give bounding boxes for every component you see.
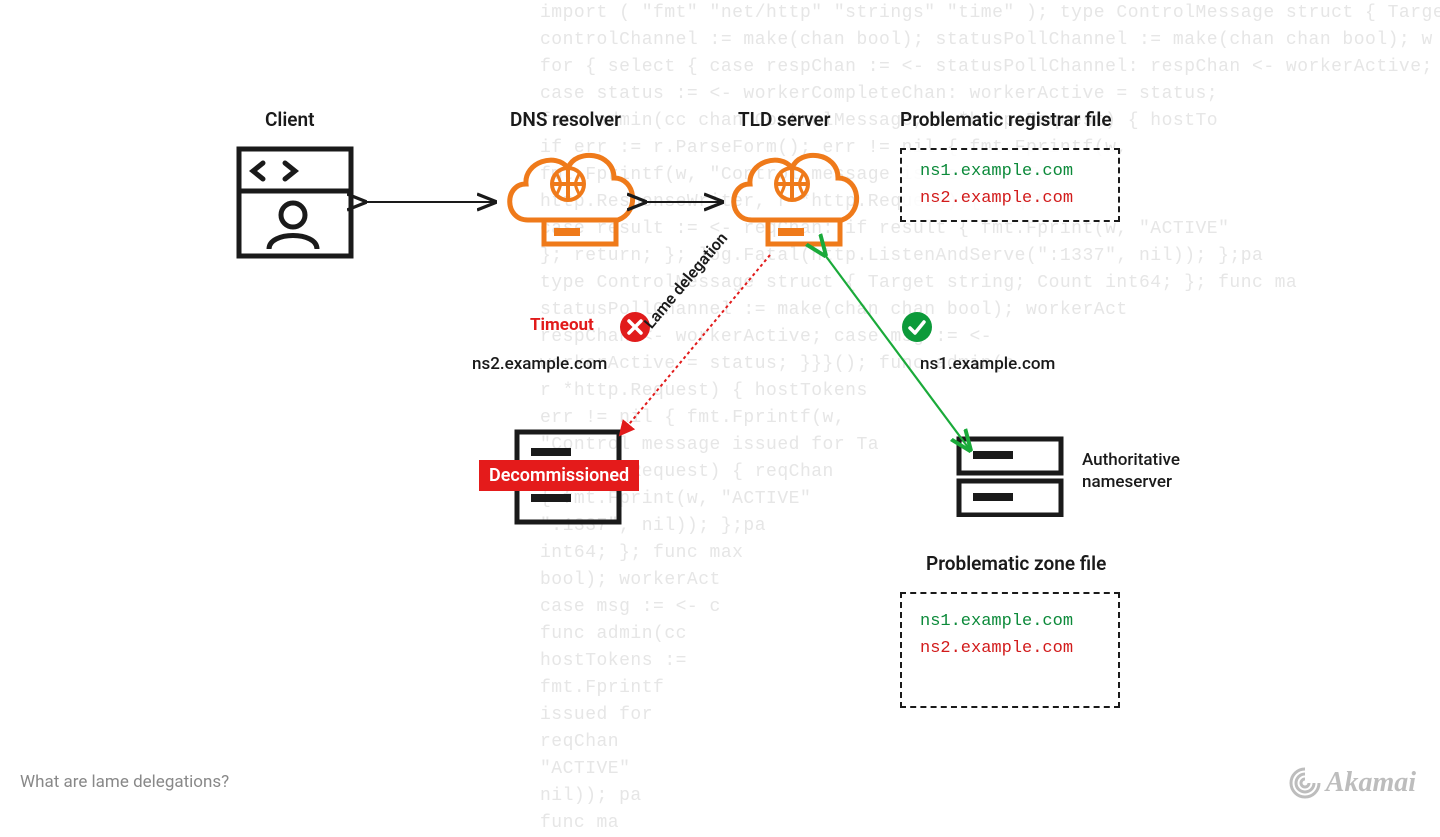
connectors-svg [0, 0, 1440, 810]
